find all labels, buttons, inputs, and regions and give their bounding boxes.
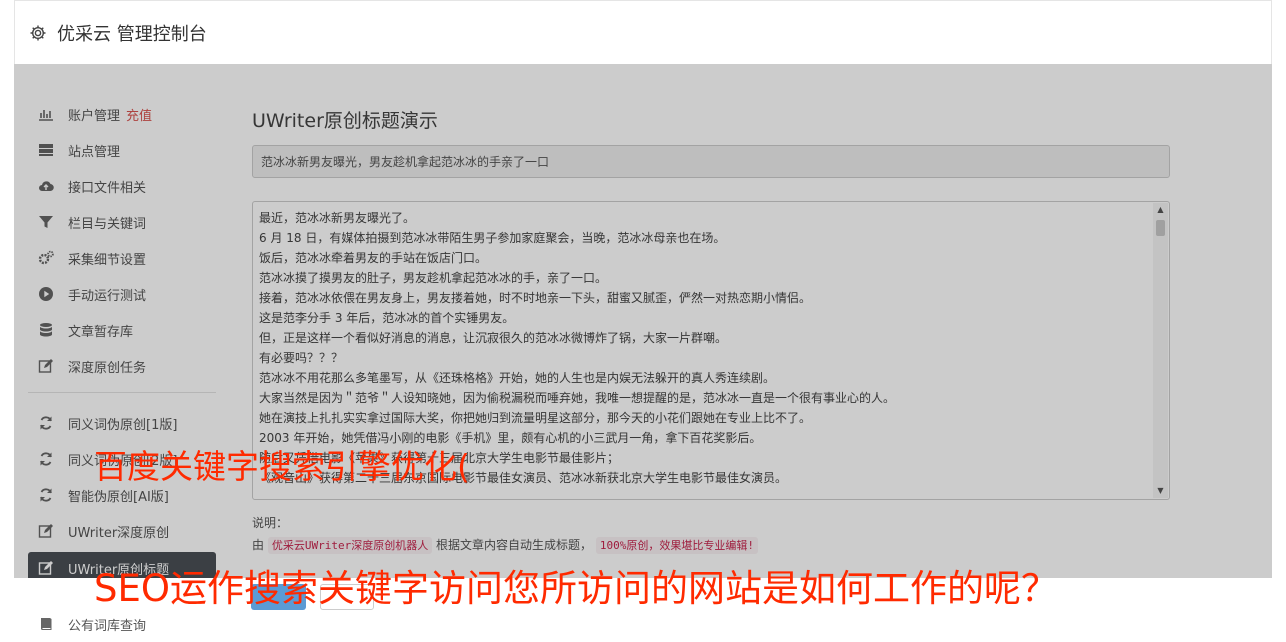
book-icon (38, 616, 54, 632)
watermark-line-2: SEO运作搜索关键字访问您所访问的网站是如何工作的呢？ (94, 567, 1058, 610)
sidebar-item-public-lexicon[interactable]: 公有词库查询 (28, 610, 146, 638)
sidebar-item-label: 公有词库查询 (68, 618, 147, 634)
watermark-line-1: 百度关键字搜索引擎优化( (94, 447, 470, 486)
app-title: 优采云 管理控制台 (57, 23, 207, 45)
dim-overlay (14, 64, 1272, 578)
top-bar: 优采云 管理控制台 (14, 0, 1272, 64)
gear-icon[interactable] (29, 24, 47, 42)
